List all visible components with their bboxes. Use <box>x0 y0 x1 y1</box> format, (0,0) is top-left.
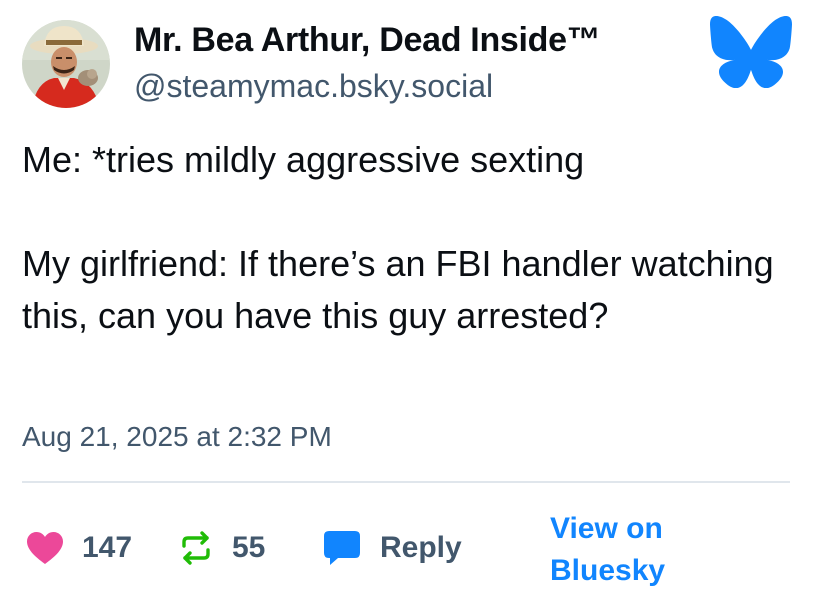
like-count: 147 <box>82 531 133 564</box>
view-on-bluesky-link[interactable]: View on Bluesky <box>550 508 690 592</box>
post-text: Me: *tries mildly aggressive sexting My … <box>22 139 774 336</box>
reply-button[interactable]: Reply <box>322 528 462 568</box>
reply-label: Reply <box>380 531 462 564</box>
repost-count: 55 <box>232 531 266 564</box>
author-display-name[interactable]: Mr. Bea Arthur, Dead Inside™ <box>134 18 601 62</box>
profile-photo-avatar <box>22 20 110 108</box>
like-button[interactable]: 147 <box>26 528 132 568</box>
avatar[interactable] <box>22 20 110 108</box>
author-handle[interactable]: @steamymac.bsky.social <box>134 66 493 106</box>
divider <box>22 481 790 483</box>
heart-icon <box>27 532 63 564</box>
post-timestamp[interactable]: Aug 21, 2025 at 2:32 PM <box>22 418 332 456</box>
bluesky-butterfly-icon[interactable] <box>710 16 792 88</box>
repost-button[interactable]: 55 <box>178 528 265 568</box>
reply-bubble-icon <box>324 531 360 565</box>
repost-icon <box>182 531 210 565</box>
